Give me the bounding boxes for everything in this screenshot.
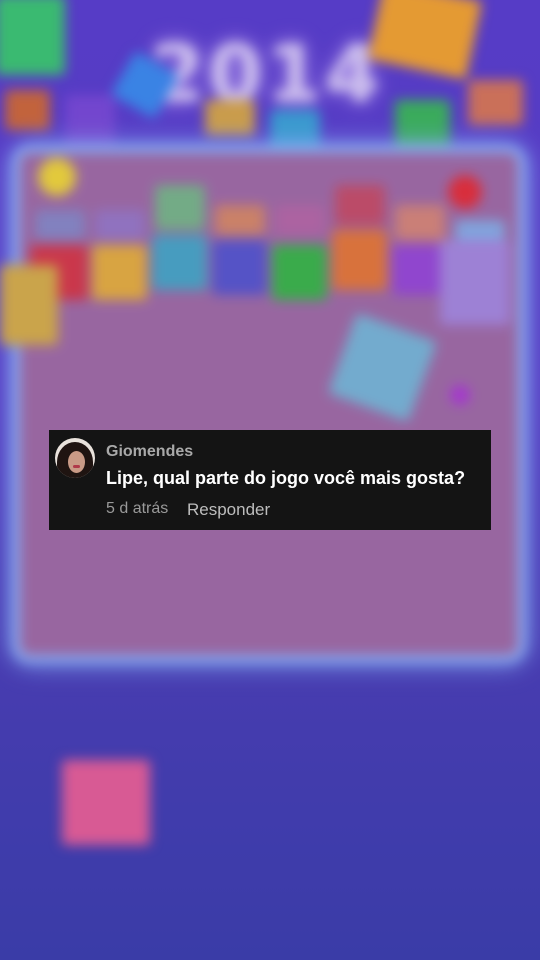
avatar[interactable] xyxy=(55,438,95,478)
video-frame: 2014 Giomendes Lipe, qual parte do jogo … xyxy=(0,0,540,960)
reply-button[interactable]: Responder xyxy=(187,500,270,520)
comment-text: Lipe, qual parte do jogo você mais gosta… xyxy=(106,468,466,488)
avatar-mouth xyxy=(73,465,80,468)
comment-card[interactable]: Giomendes Lipe, qual parte do jogo você … xyxy=(49,430,491,530)
comment-timestamp: 5 d atrás xyxy=(106,500,169,517)
avatar-face xyxy=(68,451,85,473)
comment-username[interactable]: Giomendes xyxy=(106,443,193,461)
